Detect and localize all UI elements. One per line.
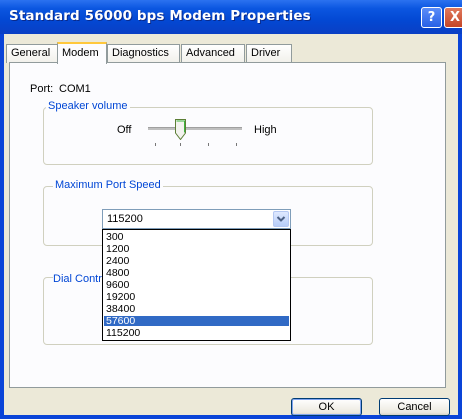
port-speed-listbox[interactable]: 300 1200 2400 4800 9600 19200 38400 5760… bbox=[102, 229, 291, 341]
volume-slider-track[interactable] bbox=[148, 127, 242, 130]
tab-diagnostics[interactable]: Diagnostics bbox=[107, 44, 180, 63]
window-title: Standard 56000 bps Modem Properties bbox=[9, 8, 311, 24]
volume-tick bbox=[236, 143, 237, 146]
list-item[interactable]: 38400 bbox=[104, 304, 289, 315]
volume-max-label: High bbox=[254, 124, 277, 136]
list-item[interactable]: 2400 bbox=[104, 256, 289, 267]
port-speed-selected-value: 115200 bbox=[107, 213, 143, 225]
help-button[interactable]: ? bbox=[421, 7, 442, 28]
ok-button[interactable]: OK bbox=[291, 398, 362, 416]
list-item[interactable]: 115200 bbox=[104, 328, 289, 339]
volume-tick bbox=[208, 143, 209, 146]
list-item[interactable]: 4800 bbox=[104, 268, 289, 279]
speaker-volume-group bbox=[43, 107, 373, 165]
close-icon: X bbox=[449, 10, 461, 25]
list-item[interactable]: 9600 bbox=[104, 280, 289, 291]
cancel-button[interactable]: Cancel bbox=[379, 398, 450, 416]
volume-tick bbox=[155, 143, 156, 146]
volume-tick bbox=[180, 143, 181, 146]
port-speed-select[interactable]: 115200 bbox=[102, 209, 291, 229]
tab-modem[interactable]: Modem bbox=[57, 42, 107, 64]
speaker-volume-title: Speaker volume bbox=[46, 100, 130, 112]
close-button[interactable]: X bbox=[444, 7, 462, 28]
volume-min-label: Off bbox=[117, 124, 132, 136]
list-item[interactable]: 19200 bbox=[104, 292, 289, 303]
list-item[interactable]: 300 bbox=[104, 232, 289, 243]
question-mark-icon: ? bbox=[427, 10, 436, 25]
list-item[interactable]: 1200 bbox=[104, 244, 289, 255]
tab-driver[interactable]: Driver bbox=[246, 44, 292, 63]
dropdown-button[interactable] bbox=[273, 211, 289, 227]
port-label: Port: bbox=[30, 83, 54, 95]
chevron-down-icon bbox=[276, 216, 286, 222]
list-item-highlighted[interactable]: 57600 bbox=[104, 316, 289, 326]
volume-slider-thumb[interactable] bbox=[175, 119, 186, 140]
tab-advanced[interactable]: Advanced bbox=[181, 44, 245, 63]
port-value: COM1 bbox=[59, 83, 91, 95]
max-port-speed-title: Maximum Port Speed bbox=[53, 179, 163, 191]
title-bar[interactable]: Standard 56000 bps Modem Properties ? X bbox=[0, 0, 462, 34]
tab-general[interactable]: General bbox=[6, 44, 58, 63]
